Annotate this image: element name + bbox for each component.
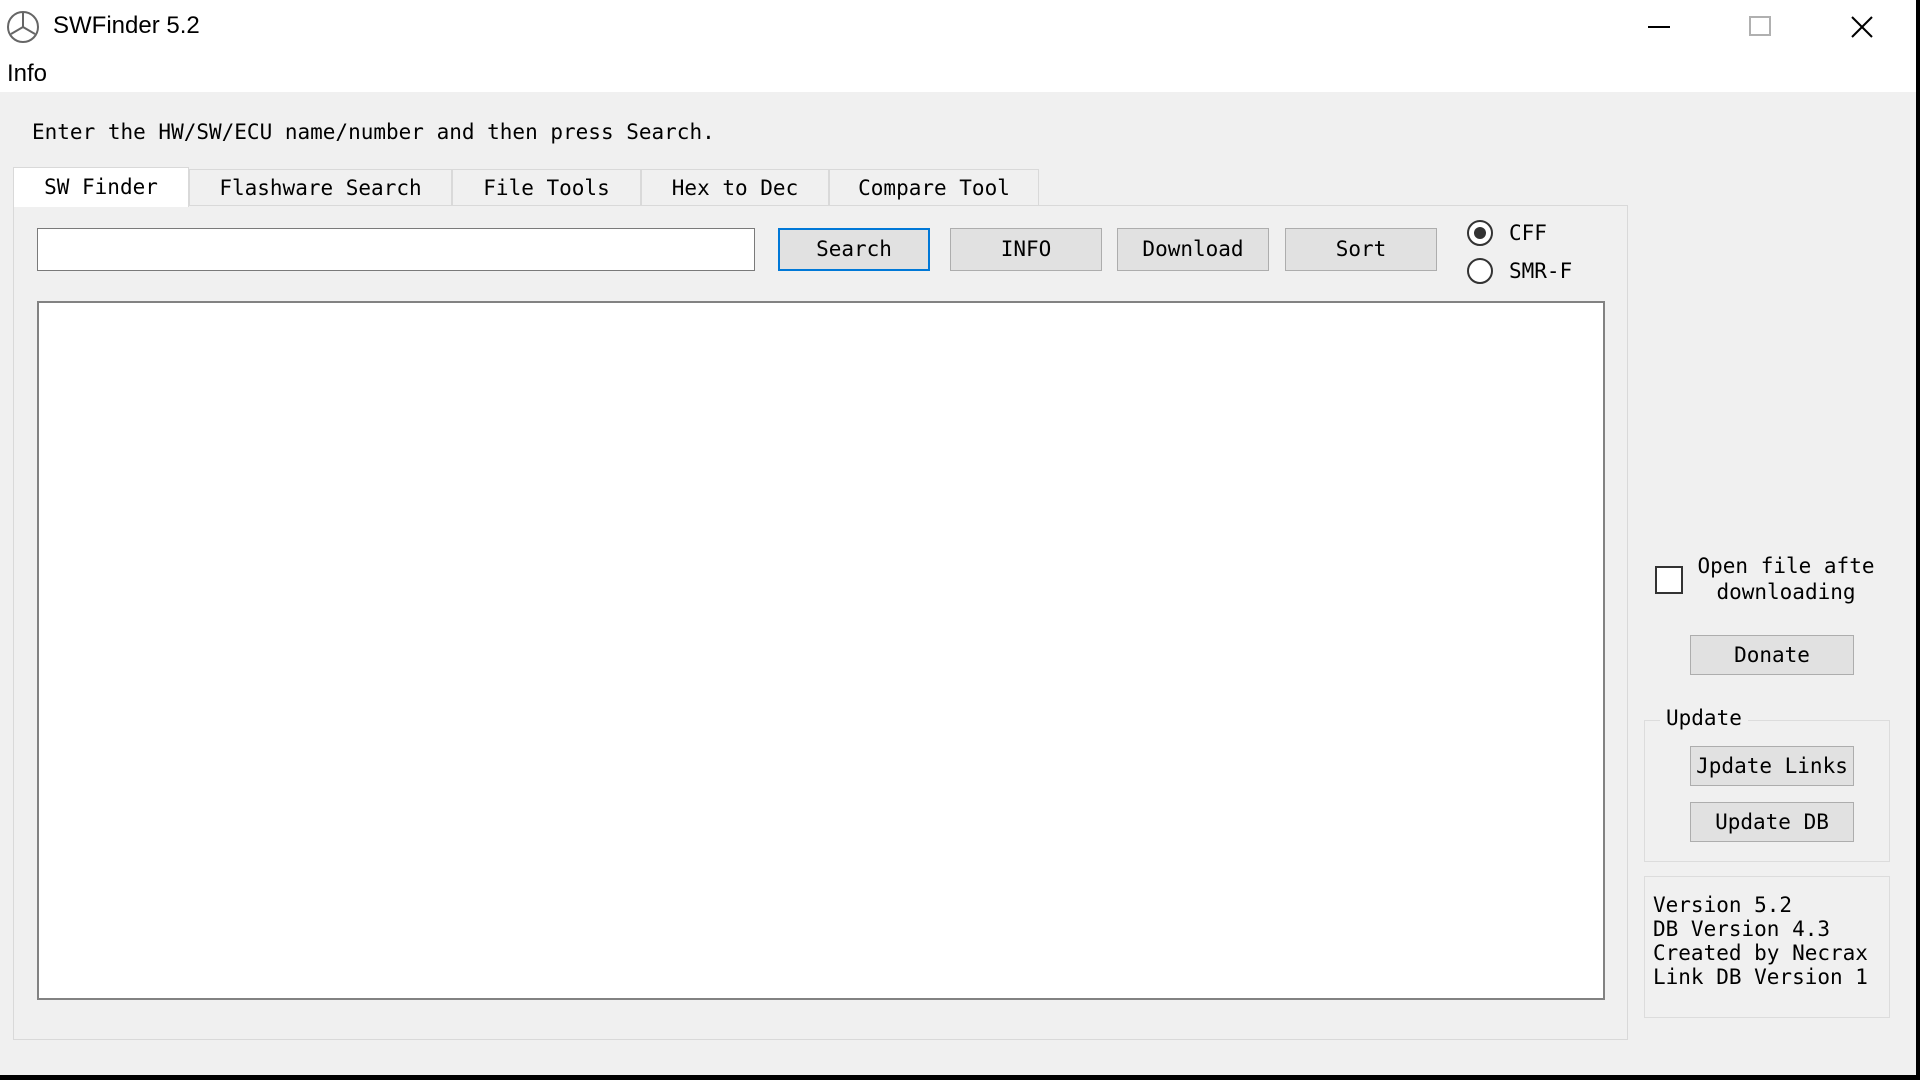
open-after-download-label-line2: downloading (1716, 580, 1856, 604)
db-version-line: DB Version 4.3 (1653, 917, 1831, 941)
download-button[interactable]: Download (1117, 228, 1269, 271)
minimize-button[interactable] (1608, 0, 1708, 52)
link-db-version-line: Link DB Version 1 (1653, 965, 1868, 989)
update-db-button[interactable]: Update DB (1690, 802, 1854, 842)
radio-button-cff[interactable] (1467, 220, 1493, 246)
maximize-button[interactable] (1708, 0, 1808, 52)
screen-edge-right (1916, 0, 1920, 1080)
open-after-download-checkbox[interactable] (1655, 566, 1683, 594)
tab-sw-finder[interactable]: SW Finder (13, 167, 189, 207)
close-button[interactable] (1810, 0, 1910, 52)
open-after-download-label: Open file afte downloading (1693, 553, 1879, 605)
title-bar[interactable]: SWFinder 5.2 (0, 0, 1916, 52)
maximize-icon (1749, 16, 1771, 36)
update-group-title: Update (1660, 706, 1748, 730)
app-logo-icon (7, 11, 39, 43)
search-button[interactable]: Search (778, 228, 930, 271)
version-line: Version 5.2 (1653, 893, 1793, 917)
screen-edge-bottom (0, 1075, 1920, 1080)
radio-label-smr-f: SMR-F (1509, 259, 1573, 283)
open-after-download-label-line1: Open file afte (1697, 554, 1875, 578)
donate-button[interactable]: Donate (1690, 635, 1854, 675)
created-by-line: Created by Necrax (1653, 941, 1868, 965)
menu-item-info[interactable]: Info (7, 60, 47, 88)
search-input[interactable] (37, 228, 755, 271)
tab-compare-tool[interactable]: Compare Tool (829, 169, 1039, 205)
window-title: SWFinder 5.2 (53, 12, 200, 39)
minimize-icon (1648, 26, 1670, 28)
sort-button[interactable]: Sort (1285, 228, 1437, 271)
update-links-button[interactable]: Jpdate Links (1690, 746, 1854, 786)
results-list[interactable] (37, 301, 1605, 1000)
radio-button-smr-f[interactable] (1467, 258, 1493, 284)
menu-bar (0, 52, 1916, 92)
close-icon (1851, 16, 1873, 38)
tab-hex-to-dec[interactable]: Hex to Dec (641, 169, 829, 205)
version-info-box: Version 5.2 DB Version 4.3 Created by Ne… (1644, 876, 1890, 1018)
instruction-text: Enter the HW/SW/ECU name/number and then… (32, 120, 715, 144)
tab-file-tools[interactable]: File Tools (452, 169, 641, 205)
tab-flashware-search[interactable]: Flashware Search (189, 169, 452, 205)
info-button[interactable]: INFO (950, 228, 1102, 271)
radio-label-cff: CFF (1509, 221, 1547, 245)
radio-option-smr-f[interactable]: SMR-F (1467, 256, 1572, 286)
app-window: SWFinder 5.2 Info Enter the HW/SW/ECU na… (0, 0, 1916, 1075)
radio-option-cff[interactable]: CFF (1467, 218, 1547, 248)
